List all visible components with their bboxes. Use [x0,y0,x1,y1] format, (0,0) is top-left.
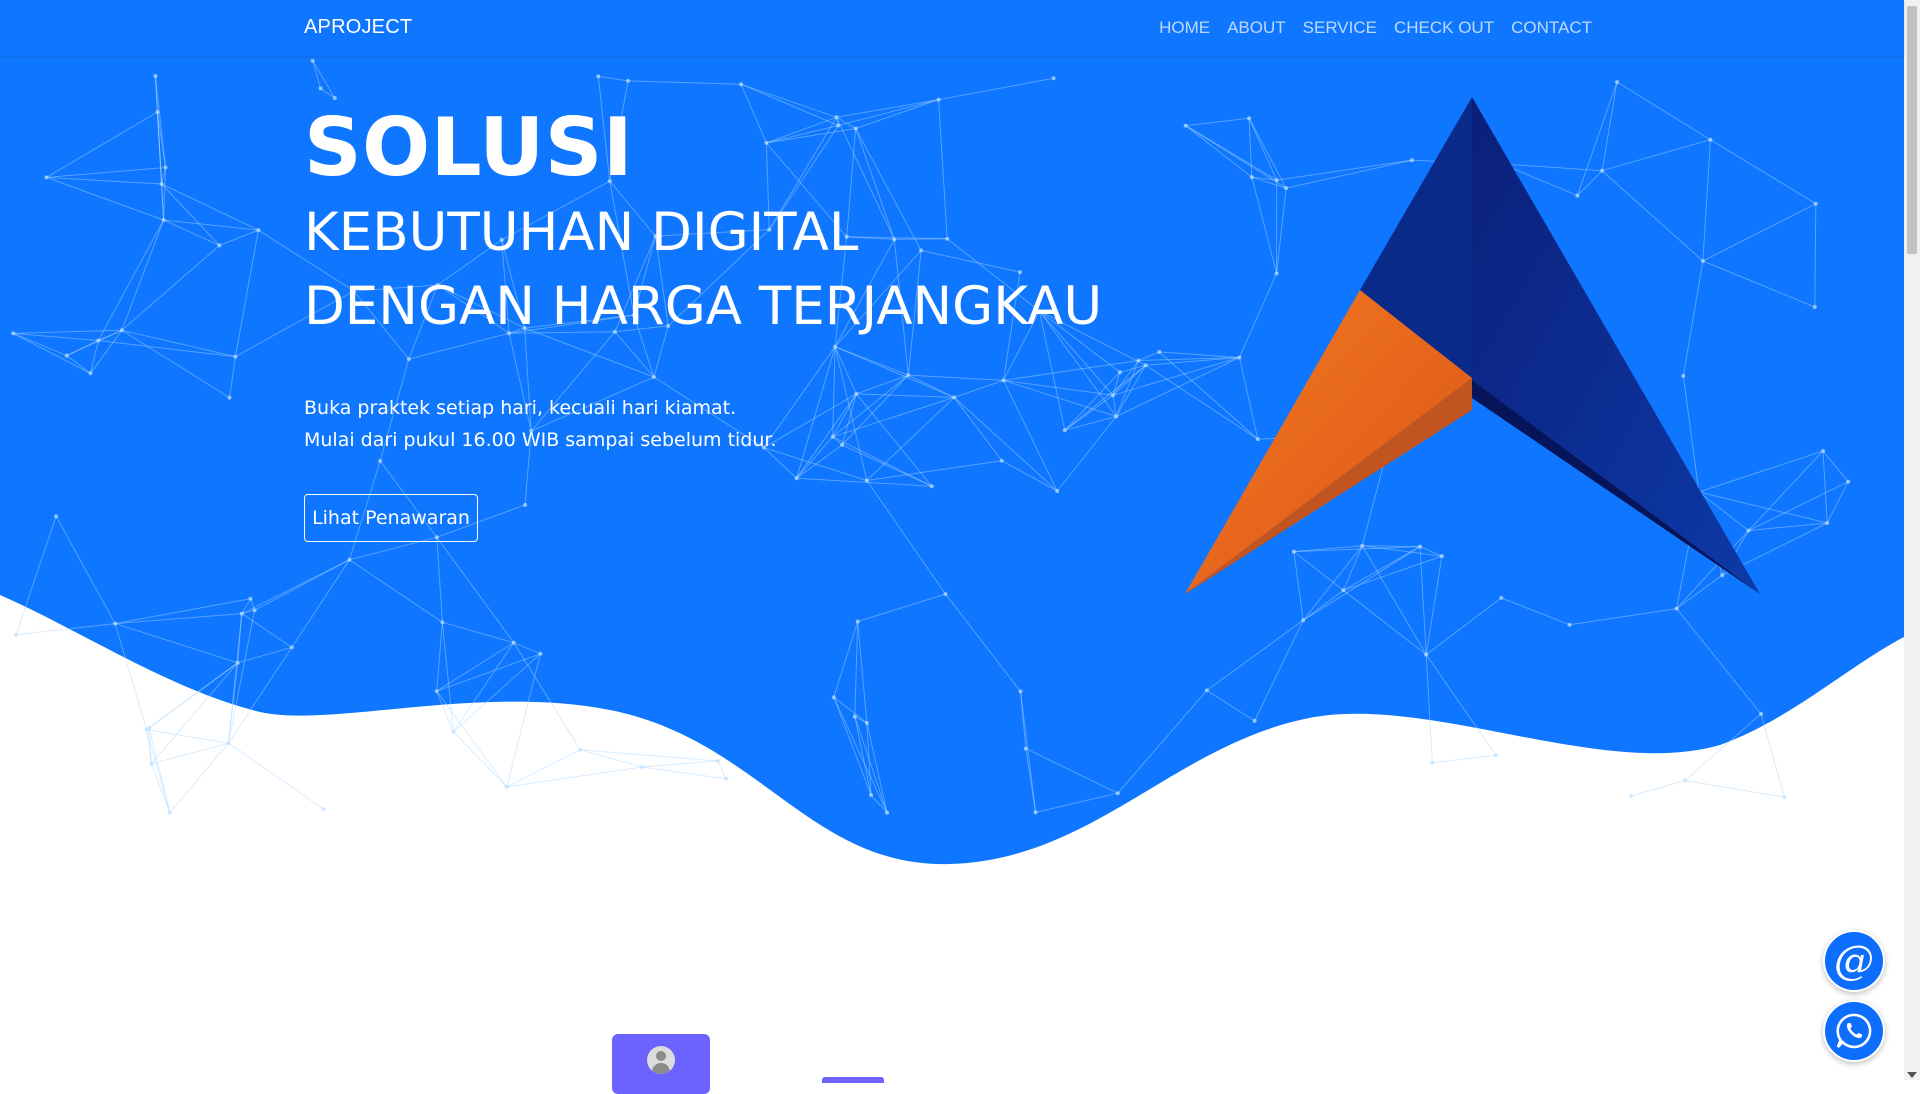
hero-desc-line2: Mulai dari pukul 16.00 WIB sampai sebelu… [304,424,1102,456]
hero-desc-line1: Buka praktek setiap hari, kecuali hari k… [304,392,1102,424]
scrollbar[interactable] [1904,0,1920,1080]
email-button[interactable]: @ [1823,930,1885,992]
nav-checkout[interactable]: CHECK OUT [1394,18,1494,38]
nav-service[interactable]: SERVICE [1303,18,1377,38]
hero-text: SOLUSI KEBUTUHAN DIGITAL DENGAN HARGA TE… [304,100,1102,456]
at-sign-icon: @ [1834,941,1874,981]
hero-subtitle-line2: DENGAN HARGA TERJANGKAU [304,270,1102,344]
hero-title: SOLUSI [304,100,1102,196]
profile-card [612,1034,710,1094]
nav-about[interactable]: ABOUT [1227,18,1286,38]
avatar-icon [647,1046,675,1074]
hero-description: Buka praktek setiap hari, kecuali hari k… [304,392,1102,456]
whatsapp-icon [1834,1011,1874,1051]
hero-subtitle-line1: KEBUTUHAN DIGITAL [304,196,1102,270]
navbar: APROJECT HOME ABOUT SERVICE CHECK OUT CO… [0,0,1904,56]
nav-contact[interactable]: CONTACT [1511,18,1592,38]
scrollbar-thumb[interactable] [1907,6,1917,254]
brand-logo[interactable]: APROJECT [304,16,412,39]
whatsapp-button[interactable] [1823,1000,1885,1062]
nav-menu: HOME ABOUT SERVICE CHECK OUT CONTACT [1159,18,1592,38]
profile-card-2 [822,1077,884,1083]
view-offer-button[interactable]: Lihat Penawaran [304,494,478,542]
scroll-down-arrow-icon[interactable] [1907,1072,1917,1078]
nav-home[interactable]: HOME [1159,18,1210,38]
